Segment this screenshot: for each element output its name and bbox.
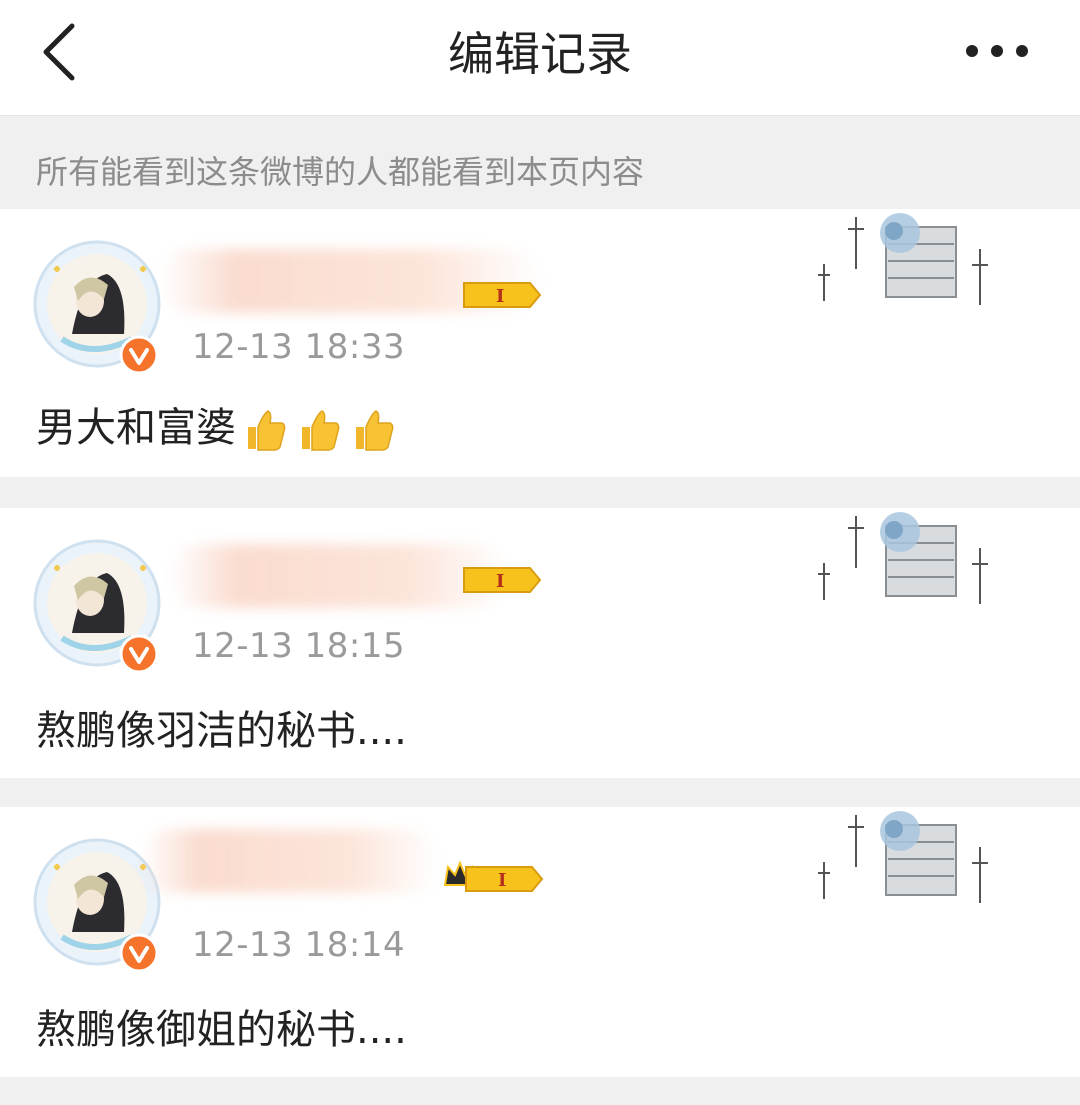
record-time: 12-13 18:14: [192, 925, 406, 965]
emoji-row: [240, 405, 398, 455]
thumbs-up-icon: [248, 410, 286, 451]
verified-badge-icon: [119, 933, 159, 973]
page-title: 编辑记录: [448, 27, 632, 81]
record-text: 熬鹏像御姐的秘书....: [36, 1007, 407, 1053]
thumbs-up-icon: [356, 410, 394, 451]
thumbs-up-icon: [302, 410, 340, 451]
member-level-badge-icon: I: [465, 866, 544, 892]
record-text-content: 男大和富婆: [36, 405, 236, 451]
record-text: 男大和富婆: [36, 395, 398, 455]
card-decoration-icon: [818, 213, 988, 305]
svg-text:I: I: [496, 571, 504, 592]
record-text: 熬鹏像羽洁的秘书....: [36, 708, 407, 754]
more-button[interactable]: [950, 28, 1050, 74]
record-time: 12-13 18:15: [192, 626, 406, 666]
record-time: 12-13 18:33: [192, 327, 406, 367]
visibility-notice: 所有能看到这条微博的人都能看到本页内容: [0, 117, 1080, 209]
svg-text:I: I: [496, 286, 504, 307]
edit-record-card[interactable]: I 12-13 18:33 男大和富婆: [0, 209, 1080, 477]
verified-badge-icon: [119, 335, 159, 375]
card-decoration-icon: [818, 512, 988, 604]
more-dots-icon: [966, 45, 1028, 57]
member-level-badge-icon: I: [463, 282, 542, 308]
username-redacted[interactable]: [170, 544, 510, 608]
back-button[interactable]: [28, 18, 98, 88]
edit-record-card[interactable]: I 12-13 18:15 熬鹏像羽洁的秘书....: [0, 508, 1080, 778]
svg-text:I: I: [498, 870, 506, 891]
chevron-left-icon: [43, 23, 75, 81]
verified-badge-icon: [119, 634, 159, 674]
top-bar: 编辑记录: [0, 0, 1080, 116]
edit-record-card[interactable]: I 12-13 18:14 熬鹏像御姐的秘书....: [0, 807, 1080, 1077]
card-decoration-icon: [818, 811, 988, 903]
username-redacted[interactable]: [140, 829, 440, 893]
member-level-badge-icon: I: [463, 567, 542, 593]
